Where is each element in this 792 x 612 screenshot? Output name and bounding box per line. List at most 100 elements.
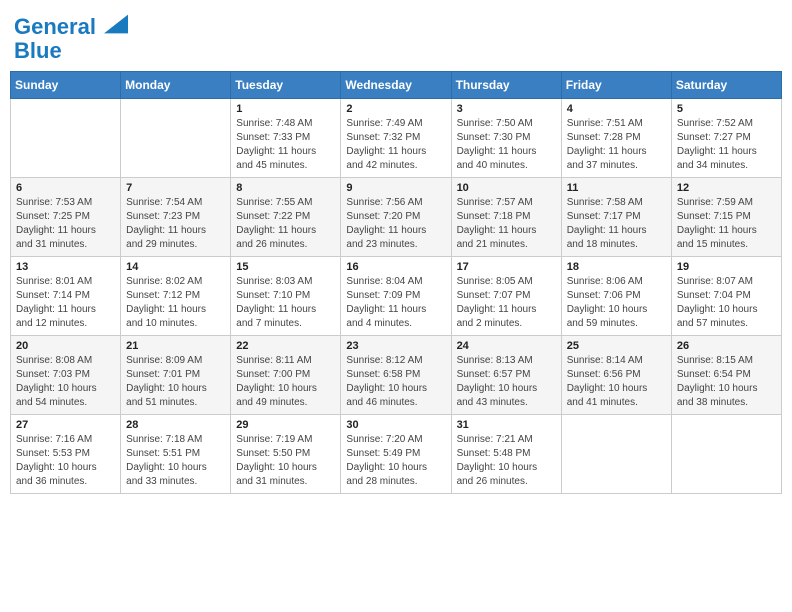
calendar-cell	[11, 99, 121, 178]
day-number: 23	[346, 340, 445, 352]
calendar-cell: 3 Sunrise: 7:50 AM Sunset: 7:30 PM Daylig…	[451, 99, 561, 178]
calendar-cell	[561, 415, 671, 494]
calendar-cell	[671, 415, 781, 494]
calendar-cell: 29 Sunrise: 7:19 AM Sunset: 5:50 PM Dayli…	[231, 415, 341, 494]
day-number: 11	[567, 182, 666, 194]
calendar-cell: 31 Sunrise: 7:21 AM Sunset: 5:48 PM Dayli…	[451, 415, 561, 494]
day-number: 2	[346, 103, 445, 115]
day-info: Sunrise: 8:12 AM Sunset: 6:58 PM Dayligh…	[346, 354, 445, 410]
day-info: Sunrise: 8:03 AM Sunset: 7:10 PM Dayligh…	[236, 275, 335, 331]
calendar-cell: 18 Sunrise: 8:06 AM Sunset: 7:06 PM Dayli…	[561, 257, 671, 336]
day-number: 29	[236, 419, 335, 431]
day-number: 21	[126, 340, 225, 352]
day-info: Sunrise: 7:58 AM Sunset: 7:17 PM Dayligh…	[567, 196, 666, 252]
day-info: Sunrise: 8:06 AM Sunset: 7:06 PM Dayligh…	[567, 275, 666, 331]
calendar-table: SundayMondayTuesdayWednesdayThursdayFrid…	[10, 71, 782, 494]
day-of-week-header: Tuesday	[231, 72, 341, 99]
calendar-cell: 10 Sunrise: 7:57 AM Sunset: 7:18 PM Dayli…	[451, 178, 561, 257]
day-of-week-header: Wednesday	[341, 72, 451, 99]
calendar-cell: 21 Sunrise: 8:09 AM Sunset: 7:01 PM Dayli…	[121, 336, 231, 415]
day-number: 10	[457, 182, 556, 194]
calendar-cell	[121, 99, 231, 178]
calendar-cell: 23 Sunrise: 8:12 AM Sunset: 6:58 PM Dayli…	[341, 336, 451, 415]
logo-blue: Blue	[14, 39, 128, 63]
calendar-cell: 20 Sunrise: 8:08 AM Sunset: 7:03 PM Dayli…	[11, 336, 121, 415]
day-number: 22	[236, 340, 335, 352]
day-info: Sunrise: 8:04 AM Sunset: 7:09 PM Dayligh…	[346, 275, 445, 331]
calendar-cell: 4Sunrise: 7:51 AM Sunset: 7:28 PM Daylig…	[561, 99, 671, 178]
day-of-week-header: Saturday	[671, 72, 781, 99]
day-number: 13	[16, 261, 115, 273]
day-number: 30	[346, 419, 445, 431]
day-number: 6	[16, 182, 115, 194]
calendar-cell: 26 Sunrise: 8:15 AM Sunset: 6:54 PM Dayli…	[671, 336, 781, 415]
calendar-cell: 13Sunrise: 8:01 AM Sunset: 7:14 PM Dayli…	[11, 257, 121, 336]
day-info: Sunrise: 8:11 AM Sunset: 7:00 PM Dayligh…	[236, 354, 335, 410]
page-header: General Blue	[10, 10, 782, 63]
day-info: Sunrise: 7:49 AM Sunset: 7:32 PM Dayligh…	[346, 117, 445, 173]
day-info: Sunrise: 8:13 AM Sunset: 6:57 PM Dayligh…	[457, 354, 556, 410]
day-info: Sunrise: 8:09 AM Sunset: 7:01 PM Dayligh…	[126, 354, 225, 410]
day-info: Sunrise: 7:52 AM Sunset: 7:27 PM Dayligh…	[677, 117, 776, 173]
calendar-cell: 17 Sunrise: 8:05 AM Sunset: 7:07 PM Dayli…	[451, 257, 561, 336]
calendar-cell: 25 Sunrise: 8:14 AM Sunset: 6:56 PM Dayli…	[561, 336, 671, 415]
day-info: Sunrise: 7:50 AM Sunset: 7:30 PM Dayligh…	[457, 117, 556, 173]
day-info: Sunrise: 8:15 AM Sunset: 6:54 PM Dayligh…	[677, 354, 776, 410]
day-number: 3	[457, 103, 556, 115]
day-info: Sunrise: 8:02 AM Sunset: 7:12 PM Dayligh…	[126, 275, 225, 331]
day-info: Sunrise: 7:19 AM Sunset: 5:50 PM Dayligh…	[236, 433, 335, 489]
day-number: 1	[236, 103, 335, 115]
calendar-cell: 9Sunrise: 7:56 AM Sunset: 7:20 PM Daylig…	[341, 178, 451, 257]
day-number: 8	[236, 182, 335, 194]
calendar-cell: 30 Sunrise: 7:20 AM Sunset: 5:49 PM Dayli…	[341, 415, 451, 494]
day-number: 28	[126, 419, 225, 431]
calendar-cell: 12 Sunrise: 7:59 AM Sunset: 7:15 PM Dayli…	[671, 178, 781, 257]
calendar-cell: 15 Sunrise: 8:03 AM Sunset: 7:10 PM Dayli…	[231, 257, 341, 336]
calendar-cell: 24Sunrise: 8:13 AM Sunset: 6:57 PM Dayli…	[451, 336, 561, 415]
day-info: Sunrise: 7:51 AM Sunset: 7:28 PM Dayligh…	[567, 117, 666, 173]
day-of-week-header: Friday	[561, 72, 671, 99]
day-number: 15	[236, 261, 335, 273]
logo-general: General	[14, 14, 96, 39]
day-info: Sunrise: 7:20 AM Sunset: 5:49 PM Dayligh…	[346, 433, 445, 489]
calendar-cell: 16 Sunrise: 8:04 AM Sunset: 7:09 PM Dayli…	[341, 257, 451, 336]
day-info: Sunrise: 7:16 AM Sunset: 5:53 PM Dayligh…	[16, 433, 115, 489]
day-info: Sunrise: 7:48 AM Sunset: 7:33 PM Dayligh…	[236, 117, 335, 173]
day-number: 25	[567, 340, 666, 352]
day-info: Sunrise: 8:14 AM Sunset: 6:56 PM Dayligh…	[567, 354, 666, 410]
day-info: Sunrise: 8:08 AM Sunset: 7:03 PM Dayligh…	[16, 354, 115, 410]
calendar-cell: 28 Sunrise: 7:18 AM Sunset: 5:51 PM Dayli…	[121, 415, 231, 494]
day-number: 18	[567, 261, 666, 273]
day-info: Sunrise: 7:55 AM Sunset: 7:22 PM Dayligh…	[236, 196, 335, 252]
day-info: Sunrise: 7:54 AM Sunset: 7:23 PM Dayligh…	[126, 196, 225, 252]
day-number: 5	[677, 103, 776, 115]
day-number: 17	[457, 261, 556, 273]
day-info: Sunrise: 7:18 AM Sunset: 5:51 PM Dayligh…	[126, 433, 225, 489]
day-info: Sunrise: 7:57 AM Sunset: 7:18 PM Dayligh…	[457, 196, 556, 252]
day-number: 7	[126, 182, 225, 194]
day-info: Sunrise: 8:05 AM Sunset: 7:07 PM Dayligh…	[457, 275, 556, 331]
day-of-week-header: Sunday	[11, 72, 121, 99]
day-info: Sunrise: 7:56 AM Sunset: 7:20 PM Dayligh…	[346, 196, 445, 252]
calendar-cell: 19 Sunrise: 8:07 AM Sunset: 7:04 PM Dayli…	[671, 257, 781, 336]
day-number: 14	[126, 261, 225, 273]
day-info: Sunrise: 7:53 AM Sunset: 7:25 PM Dayligh…	[16, 196, 115, 252]
day-number: 20	[16, 340, 115, 352]
day-number: 26	[677, 340, 776, 352]
calendar-cell: 22 Sunrise: 8:11 AM Sunset: 7:00 PM Dayli…	[231, 336, 341, 415]
day-info: Sunrise: 8:07 AM Sunset: 7:04 PM Dayligh…	[677, 275, 776, 331]
calendar-cell: 5 Sunrise: 7:52 AM Sunset: 7:27 PM Daylig…	[671, 99, 781, 178]
calendar-cell: 14 Sunrise: 8:02 AM Sunset: 7:12 PM Dayli…	[121, 257, 231, 336]
calendar-cell: 6 Sunrise: 7:53 AM Sunset: 7:25 PM Daylig…	[11, 178, 121, 257]
day-info: Sunrise: 7:59 AM Sunset: 7:15 PM Dayligh…	[677, 196, 776, 252]
calendar-cell: 8 Sunrise: 7:55 AM Sunset: 7:22 PM Daylig…	[231, 178, 341, 257]
day-number: 16	[346, 261, 445, 273]
logo: General Blue	[14, 14, 128, 63]
day-number: 19	[677, 261, 776, 273]
calendar-cell: 1 Sunrise: 7:48 AM Sunset: 7:33 PM Daylig…	[231, 99, 341, 178]
day-info: Sunrise: 7:21 AM Sunset: 5:48 PM Dayligh…	[457, 433, 556, 489]
calendar-cell: 7 Sunrise: 7:54 AM Sunset: 7:23 PM Daylig…	[121, 178, 231, 257]
day-number: 31	[457, 419, 556, 431]
day-number: 12	[677, 182, 776, 194]
calendar-cell: 2 Sunrise: 7:49 AM Sunset: 7:32 PM Daylig…	[341, 99, 451, 178]
